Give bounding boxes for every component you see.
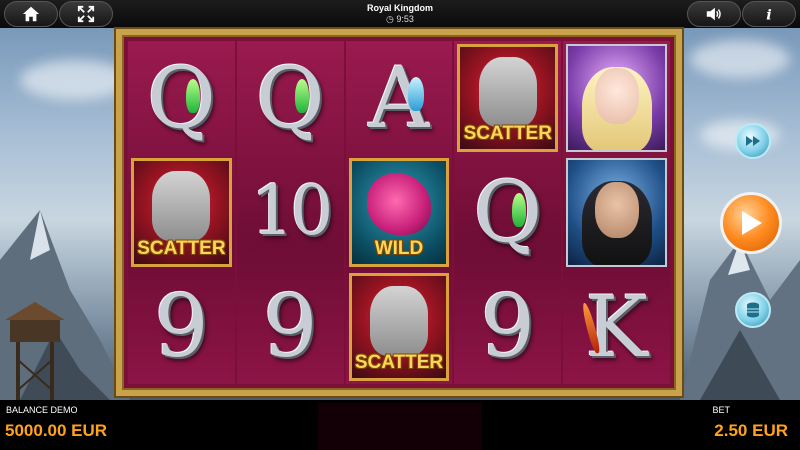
reel-4-symbol-1: SCATTER	[454, 41, 561, 155]
play-icon	[742, 211, 762, 235]
tree-face-icon	[152, 171, 211, 242]
spin-button[interactable]	[720, 192, 782, 254]
reel-3-symbol-3: SCATTER	[346, 270, 453, 384]
reel-1-symbol-3: 9	[154, 276, 209, 377]
clock-icon: ◷	[386, 14, 394, 24]
tree-face-icon	[478, 57, 537, 128]
reel-4-symbol-3: 9	[480, 276, 536, 377]
info-icon: i	[766, 6, 771, 23]
princess-symbol	[566, 44, 667, 153]
scatter-symbol: SCATTER	[457, 44, 559, 153]
reel-2-symbol-2: 10	[250, 172, 334, 252]
reel-2: Q 10 9	[236, 41, 344, 384]
fast-forward-button[interactable]	[735, 123, 771, 159]
reel-4: SCATTER Q 9	[454, 41, 562, 384]
game-title: Royal Kingdom	[366, 3, 433, 13]
dragon-icon	[366, 173, 431, 236]
balance-value: 5000.00 EUR	[5, 421, 108, 440]
clock-display: ◷ 9:53	[0, 14, 800, 25]
reel-3-symbol-2: WILD	[346, 155, 453, 269]
wild-symbol: WILD	[348, 158, 450, 267]
svg-text:i: i	[766, 6, 771, 23]
coins-icon	[747, 302, 759, 318]
bet-value[interactable]: 2.50 EUR	[714, 421, 788, 441]
clock-time: 9:53	[396, 14, 414, 24]
tree-face-icon	[369, 285, 428, 356]
scatter-symbol: SCATTER	[131, 158, 232, 267]
win-display	[318, 403, 482, 450]
balance-label: BALANCE DEMO	[6, 405, 78, 415]
reel-grid: Q SCATTER 9 Q 10 9 A WILD SCATTER SCATTE…	[128, 41, 670, 384]
reel-4-symbol-2: Q	[473, 163, 543, 262]
knight-symbol	[566, 158, 667, 267]
bet-settings-button[interactable]	[735, 292, 771, 328]
reel-5-symbol-3: K	[563, 270, 670, 384]
bet-label: BET	[712, 405, 730, 415]
reel-frame: Q SCATTER 9 Q 10 9 A WILD SCATTER SCATTE…	[116, 29, 682, 396]
speaker-icon	[706, 7, 721, 21]
sound-button[interactable]	[687, 1, 741, 27]
watchtower	[5, 302, 65, 400]
reel-1: Q SCATTER 9	[128, 41, 235, 384]
reel-2-symbol-1: Q	[255, 49, 325, 148]
fast-forward-icon	[746, 136, 760, 146]
reel-1-symbol-1: Q	[146, 49, 216, 148]
reel-3: A WILD SCATTER	[345, 41, 453, 384]
info-button[interactable]: i	[742, 1, 796, 27]
scatter-symbol: SCATTER	[348, 272, 450, 381]
top-bar: Royal Kingdom ◷ 9:53 i	[0, 0, 800, 28]
reel-5-symbol-2	[563, 155, 670, 269]
reel-2-symbol-3: 9	[262, 276, 318, 377]
reel-5-symbol-1	[563, 41, 670, 155]
reel-5: K	[563, 41, 670, 384]
reel-3-symbol-1: A	[368, 49, 430, 148]
reel-1-symbol-2: SCATTER	[128, 155, 235, 269]
